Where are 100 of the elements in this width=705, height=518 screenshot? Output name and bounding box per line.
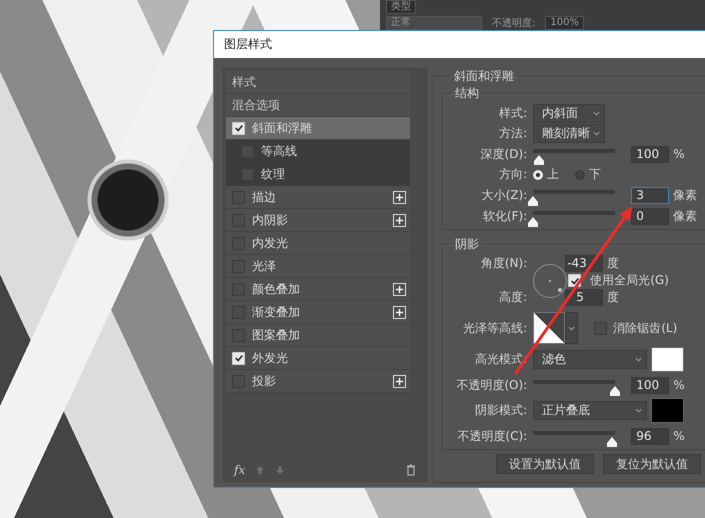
list-item[interactable]: 渐变叠加 <box>226 301 410 324</box>
dropdown-value: 雕刻清晰 <box>542 125 590 142</box>
add-button[interactable] <box>393 282 406 296</box>
unit-label: % <box>673 378 685 392</box>
fx-button[interactable]: fx <box>234 463 246 477</box>
slider-thumb[interactable] <box>606 437 618 447</box>
list-item[interactable]: 内阴影 <box>226 209 410 232</box>
list-item[interactable]: 纹理 <box>226 163 410 186</box>
trash-icon[interactable] <box>406 464 416 476</box>
blend-mode-dropdown[interactable]: 滤色 <box>533 350 648 369</box>
item-label: 图案叠加 <box>252 326 301 344</box>
slider-thumb[interactable] <box>532 155 545 165</box>
field-label: 高度: <box>498 289 528 306</box>
list-item[interactable]: 样式 <box>226 71 410 94</box>
number-field[interactable]: 5 <box>565 289 604 306</box>
dropdown-value: 正片叠底 <box>542 402 590 419</box>
list-item[interactable]: 混合选项 <box>226 94 410 117</box>
default-button[interactable]: 复位为默认值 <box>603 454 701 474</box>
blend-mode-dropdown[interactable]: 正片叠底 <box>533 401 648 420</box>
field-label: 深度(D): <box>480 146 528 162</box>
add-button[interactable] <box>393 306 406 318</box>
opacity-field[interactable]: 100% <box>545 16 584 30</box>
chevron-down-icon <box>635 357 642 362</box>
item-label: 描边 <box>252 188 277 206</box>
unit-label: 度 <box>607 289 620 306</box>
opacity-label: 不透明度: <box>492 16 536 30</box>
unit-label: 像素 <box>673 208 698 224</box>
chevron-down-icon <box>593 131 600 136</box>
item-label: 内发光 <box>252 234 289 252</box>
dropdown-value: 滤色 <box>542 351 566 368</box>
checkbox-label: 消除锯齿(L) <box>613 320 678 336</box>
list-item[interactable]: 等高线 <box>226 140 410 163</box>
checkbox[interactable] <box>594 322 608 334</box>
number-field[interactable]: 3 <box>631 186 670 204</box>
slider-thumb[interactable] <box>609 386 622 396</box>
unit-label: % <box>673 147 685 161</box>
checkbox-label: 使用全局光(G) <box>590 272 669 289</box>
number-field[interactable]: 96 <box>631 428 670 444</box>
item-label: 斜面和浮雕 <box>252 120 313 136</box>
plus-icon <box>395 284 404 294</box>
item-label: 外发光 <box>252 350 289 366</box>
list-item[interactable]: 颜色叠加 <box>226 278 410 301</box>
field-label: 阴影模式: <box>474 402 528 419</box>
list-item[interactable]: 斜面和浮雕 <box>226 117 410 140</box>
number-field[interactable]: -43 <box>565 255 604 272</box>
item-label: 光泽 <box>252 258 277 274</box>
group-title: 阴影 <box>454 236 480 253</box>
blend-mode-dropdown[interactable]: 正常 <box>386 16 482 30</box>
group-title: 斜面和浮雕 <box>453 68 516 85</box>
radio-button[interactable]: 下 <box>575 166 602 183</box>
dropdown-value: 内斜面 <box>542 105 578 122</box>
chevron-down-icon <box>635 408 642 413</box>
arrow-up-icon[interactable] <box>255 465 266 475</box>
list-item[interactable]: 内发光 <box>226 232 410 255</box>
group-title: 结构 <box>454 85 480 102</box>
window-title: 图层样式 <box>214 31 705 58</box>
field-label: 光泽等高线: <box>462 320 528 336</box>
list-item[interactable]: 图案叠加 <box>226 324 410 347</box>
arrow-down-icon[interactable] <box>275 465 286 475</box>
search-field[interactable]: 类型 <box>386 0 416 14</box>
field-label: 不透明度(C): <box>456 428 528 444</box>
field-label: 方向: <box>498 166 528 183</box>
list-item[interactable]: 外发光 <box>226 347 410 370</box>
plus-icon <box>395 216 404 224</box>
unit-label: % <box>673 429 685 443</box>
technique-dropdown[interactable]: 雕刻清晰 <box>533 124 606 143</box>
plus-icon <box>395 376 404 386</box>
field-label: 样式: <box>498 105 528 122</box>
number-field[interactable]: 100 <box>631 376 670 394</box>
item-label: 纹理 <box>261 166 286 183</box>
default-button[interactable]: 设置为默认值 <box>496 454 594 474</box>
item-label: 等高线 <box>261 143 298 160</box>
unit-label: 度 <box>607 255 620 272</box>
slider-thumb[interactable] <box>527 196 540 206</box>
chevron-down-icon <box>593 111 600 116</box>
slider-thumb[interactable] <box>527 217 540 227</box>
add-button[interactable] <box>393 374 406 388</box>
chevron-down-icon <box>568 326 576 330</box>
plus-icon <box>395 192 404 202</box>
plus-icon <box>395 308 404 316</box>
list-item[interactable]: 描边 <box>226 186 410 209</box>
field-label: 方法: <box>498 125 528 142</box>
number-field[interactable]: 0 <box>631 208 670 224</box>
item-label: 渐变叠加 <box>252 304 301 320</box>
add-button[interactable] <box>393 214 406 226</box>
add-button[interactable] <box>393 190 406 204</box>
radio-button[interactable]: 上 <box>533 166 560 183</box>
style-dropdown[interactable]: 内斜面 <box>533 104 606 123</box>
field-label: 软化(F): <box>482 208 528 224</box>
color-swatch[interactable] <box>651 347 684 372</box>
color-swatch[interactable] <box>651 398 684 423</box>
item-label: 投影 <box>252 372 277 390</box>
item-label: 内阴影 <box>252 212 289 228</box>
field-label: 大小(Z): <box>480 186 528 204</box>
item-label: 颜色叠加 <box>252 280 301 298</box>
list-item[interactable]: 光泽 <box>226 255 410 278</box>
field-label: 不透明度(O): <box>455 376 528 394</box>
list-item[interactable]: 投影 <box>226 370 410 393</box>
number-field[interactable]: 100 <box>631 146 670 162</box>
unit-label: 像素 <box>673 186 698 204</box>
